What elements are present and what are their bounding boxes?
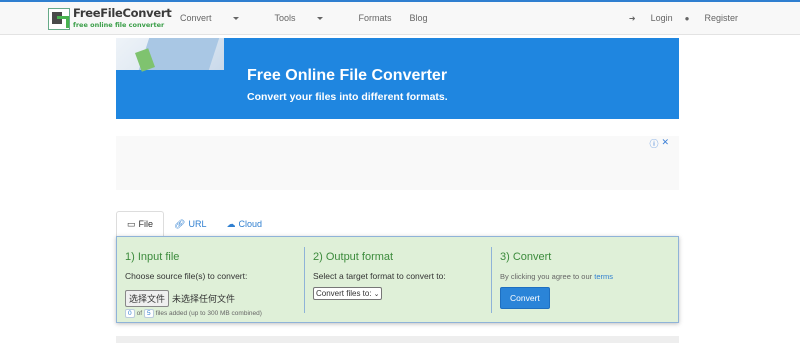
output-format-select[interactable]: Convert files to: ⌄ <box>313 287 383 300</box>
step-output-desc: Select a target format to convert to: <box>313 271 446 281</box>
info-icon[interactable]: ⓘ <box>649 137 658 150</box>
file-limit-text: files added (up to 300 MB combined) <box>155 310 262 317</box>
navbar: FreeFileConvert free online file convert… <box>0 2 800 35</box>
tab-file[interactable]: ▭ File <box>116 211 165 237</box>
step-output: 2) Output format Select a target format … <box>304 247 491 313</box>
choose-file-button[interactable]: 选择文件 <box>125 290 170 307</box>
login-link[interactable]: ➜ Login <box>629 13 673 23</box>
file-count: 0 of 5 files added (up to 300 MB combine… <box>125 309 304 318</box>
tab-cloud[interactable]: ☁ Cloud <box>216 211 272 237</box>
ad-controls: ⓘ ✕ <box>649 137 669 150</box>
close-icon[interactable]: ✕ <box>661 137 669 150</box>
caret-down-icon <box>232 17 239 20</box>
step-output-title: 2) Output format <box>313 251 394 263</box>
terms-link[interactable]: terms <box>594 272 613 281</box>
link-icon: 🔗︎ <box>174 218 186 229</box>
caret-down-icon <box>316 17 323 20</box>
login-icon: ➜ <box>628 13 636 23</box>
register-link[interactable]: ● Register <box>685 13 738 23</box>
monitor-icon: ▭ <box>127 218 136 229</box>
nav-blog[interactable]: Blog <box>410 13 428 23</box>
step-input-title: 1) Input file <box>125 251 180 263</box>
files-max-count: 5 <box>144 309 154 318</box>
nav-formats[interactable]: Formats <box>359 13 392 23</box>
nav-tools[interactable]: Tools <box>275 13 341 23</box>
step-convert: 3) Convert By clicking you agree to our … <box>491 247 678 313</box>
main-nav: Convert Tools Formats Blog <box>180 13 446 23</box>
terms-notice: By clicking you agree to our terms <box>500 272 613 281</box>
ad-placeholder <box>116 136 679 190</box>
step-input: 1) Input file Choose source file(s) to c… <box>117 237 304 324</box>
cloud-icon: ☁ <box>226 218 236 229</box>
logo-subtitle: free online file converter <box>73 21 165 29</box>
auth-nav: ➜ Login ● Register <box>617 13 738 23</box>
banner-title: Free Online File Converter <box>247 67 448 84</box>
bottom-strip <box>116 336 679 343</box>
convert-button[interactable]: Convert <box>500 287 550 309</box>
logo-mark-icon <box>48 8 70 30</box>
tab-url[interactable]: 🔗︎ URL <box>164 211 216 237</box>
no-file-label: 未选择任何文件 <box>172 294 236 304</box>
nav-convert[interactable]: Convert <box>180 13 257 23</box>
source-tabs: ▭ File 🔗︎ URL ☁ Cloud <box>116 211 272 237</box>
converter-panel: 1) Input file Choose source file(s) to c… <box>116 236 679 323</box>
chevron-down-icon: ⌄ <box>373 290 380 298</box>
hero-banner: Free Online File Converter Convert your … <box>116 38 679 119</box>
user-icon: ● <box>684 13 690 23</box>
banner-subtitle: Convert your files into different format… <box>247 91 448 103</box>
step-input-desc: Choose source file(s) to convert: <box>125 271 248 281</box>
of-label: of <box>136 310 143 317</box>
banner-illustration <box>116 38 224 72</box>
step-convert-title: 3) Convert <box>500 251 552 263</box>
logo-title: FreeFileConvert <box>73 6 172 20</box>
files-added-count: 0 <box>125 309 135 318</box>
site-logo[interactable]: FreeFileConvert free online file convert… <box>48 6 172 31</box>
